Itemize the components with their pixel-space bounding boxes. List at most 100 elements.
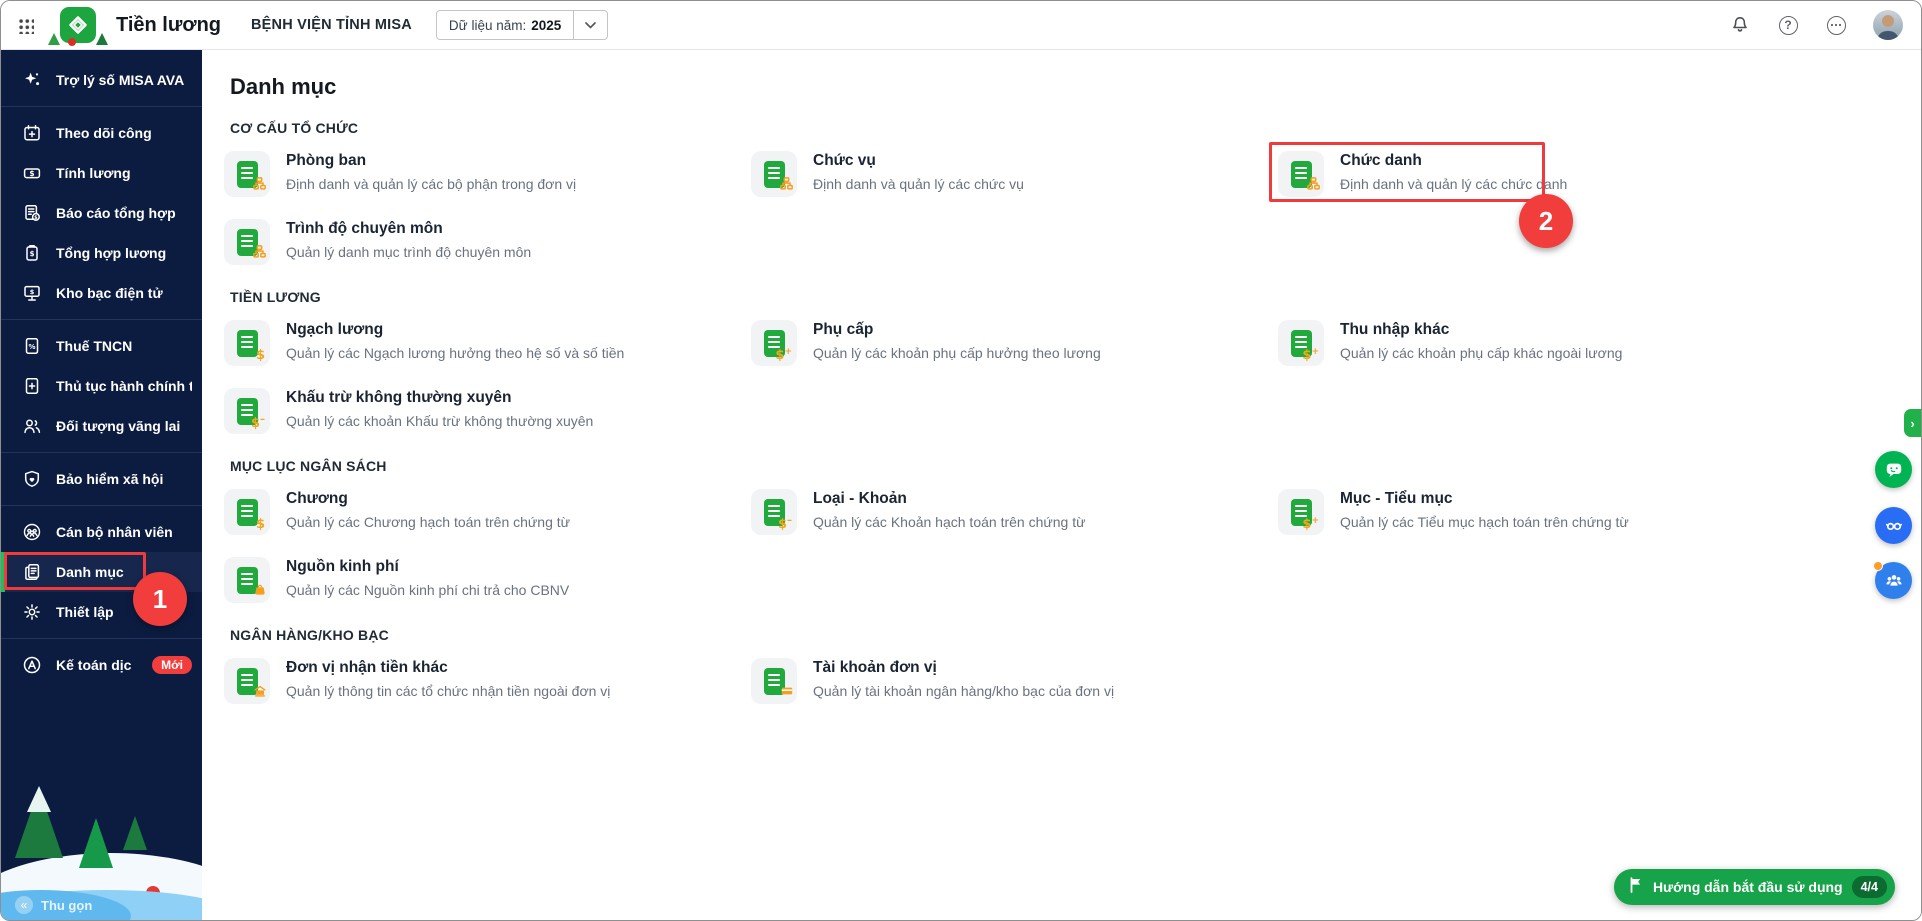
card-ngach-luong[interactable]: Ngạch lương Quản lý các Ngạch lương hưởn… xyxy=(224,320,751,366)
edge-expand-tab[interactable]: › xyxy=(1904,409,1921,437)
christmas-tree-icon xyxy=(79,815,113,868)
card-title: Thu nhập khác xyxy=(1340,321,1450,338)
more-options-icon[interactable] xyxy=(1825,14,1847,36)
card-description: Định danh và quản lý các chức vụ xyxy=(813,176,1024,192)
card-muc-tieu-muc[interactable]: Mục - Tiểu mục Quản lý các Tiểu mục hạch… xyxy=(1278,489,1805,535)
sidebar-item-bao-hiem-xa-hoi[interactable]: Bảo hiểm xã hội xyxy=(1,459,202,499)
catalog-dollar-icon xyxy=(224,320,270,366)
sidebar: Trợ lý số MISA AVA Theo dõi công $ Tính … xyxy=(1,50,202,920)
snow-cap xyxy=(27,783,51,812)
sidebar-item-tro-ly-so-misa-ava[interactable]: Trợ lý số MISA AVA xyxy=(1,60,202,100)
section-muc-luc-ngan-sach: MỤC LỤC NGÂN SÁCH Chương Quản lý các Chư… xyxy=(224,458,1897,603)
christmas-tree-icon xyxy=(123,813,147,850)
chat-support-button[interactable] xyxy=(1875,451,1912,488)
sidebar-item-label: Cán bộ nhân viên xyxy=(56,524,173,540)
sidebar-collapse-button[interactable]: « Thu gọn xyxy=(15,896,92,914)
svg-text:$: $ xyxy=(34,215,38,221)
chevron-down-icon[interactable] xyxy=(573,11,607,39)
sidebar-item-thue-tncn[interactable]: % Thuế TNCN xyxy=(1,326,202,366)
card-trinh-do-chuyen-mon[interactable]: Trình độ chuyên môn Quản lý danh mục trì… xyxy=(224,219,751,265)
year-value: 2025 xyxy=(531,17,562,33)
christmas-tree-icon xyxy=(15,785,63,858)
divider xyxy=(1,319,202,320)
sidebar-item-bao-cao-tong-hop[interactable]: $ Báo cáo tổng hợp xyxy=(1,193,202,233)
collapse-label: Thu gọn xyxy=(41,897,93,913)
gear-icon xyxy=(21,602,43,622)
sidebar-item-thu-tuc-hanh-chinh-thue[interactable]: Thủ tục hành chính thuế xyxy=(1,366,202,406)
sidebar-item-tong-hop-luong[interactable]: $ Tổng hợp lương xyxy=(1,233,202,273)
section-co-cau-to-chuc: CƠ CẤU TỔ CHỨC Phòng ban Định danh và qu… xyxy=(224,120,1897,265)
card-khau-tru-khong-thuong-xuyen[interactable]: Khấu trừ không thường xuyên Quản lý các … xyxy=(224,388,751,434)
card-phu-cap[interactable]: Phụ cấp Quản lý các khoản phụ cấp hưởng … xyxy=(751,320,1278,366)
notifications-bell-icon[interactable] xyxy=(1729,14,1751,36)
new-badge: Mới xyxy=(152,656,192,674)
catalog-bank-icon xyxy=(224,658,270,704)
sidebar-item-doi-tuong-vang-lai[interactable]: Đối tượng vãng lai xyxy=(1,406,202,446)
sidebar-item-can-bo-nhan-vien[interactable]: Cán bộ nhân viên xyxy=(1,512,202,552)
card-description: Quản lý các Khoản hạch toán trên chứng t… xyxy=(813,514,1086,530)
santa-icon xyxy=(146,886,160,900)
sidebar-item-label: Kho bạc điện tử xyxy=(56,285,163,301)
card-description: Quản lý các Chương hạch toán trên chứng … xyxy=(286,514,571,530)
people-circle-icon xyxy=(21,522,43,542)
card-don-vi-nhan-tien-khac[interactable]: Đơn vị nhận tiền khác Quản lý thông tin … xyxy=(224,658,751,704)
sidebar-item-ke-toan-dich-vu[interactable]: Kế toán dịch vụ Mới xyxy=(1,645,202,685)
apps-grid-icon[interactable] xyxy=(17,16,34,34)
document-percent-icon: % xyxy=(21,336,43,356)
sidebar-item-theo-doi-cong[interactable]: Theo dõi công xyxy=(1,113,202,153)
card-chuc-vu[interactable]: Chức vụ Định danh và quản lý các chức vụ xyxy=(751,151,1278,197)
support-glasses-button[interactable] xyxy=(1875,507,1912,544)
sidebar-item-label: Thủ tục hành chính thuế xyxy=(56,378,192,394)
card-loai-khoan[interactable]: Loại - Khoản Quản lý các Khoản hạch toán… xyxy=(751,489,1278,535)
card-title: Ngạch lương xyxy=(286,321,384,338)
svg-text:$: $ xyxy=(29,169,34,178)
card-thu-nhap-khac[interactable]: Thu nhập khác Quản lý các khoản phụ cấp … xyxy=(1278,320,1805,366)
card-chuong[interactable]: Chương Quản lý các Chương hạch toán trên… xyxy=(224,489,751,535)
calendar-plus-icon xyxy=(21,123,43,143)
misa-logo-icon xyxy=(60,7,96,43)
sidebar-item-label: Tổng hợp lương xyxy=(56,245,167,261)
community-group-button[interactable] xyxy=(1873,561,1912,599)
card-nguon-kinh-phi[interactable]: Nguồn kinh phí Quản lý các Nguồn kinh ph… xyxy=(224,557,751,603)
christmas-decoration: « Thu gọn xyxy=(1,755,202,920)
catalog-org-icon xyxy=(224,151,270,197)
christmas-tree-icon xyxy=(48,33,60,45)
clipboard-dollar-icon: $ xyxy=(21,243,43,263)
main-content: Danh mục CƠ CẤU TỔ CHỨC Phòng ban Định d… xyxy=(202,50,1921,920)
section-tien-luong: TIỀN LƯƠNG Ngạch lương Quản lý các Ngạch… xyxy=(224,289,1897,434)
getting-started-guide-button[interactable]: Hướng dẫn bắt đầu sử dụng 4/4 xyxy=(1613,869,1895,905)
catalog-dollar-minus-icon xyxy=(224,388,270,434)
card-chuc-danh[interactable]: 2 Chức danh Định danh và quản lý các chứ… xyxy=(1269,142,1805,248)
annotation-step-1: 1 xyxy=(133,572,187,626)
card-phong-ban[interactable]: Phòng ban Định danh và quản lý các bộ ph… xyxy=(224,151,751,197)
divider xyxy=(1,638,202,639)
catalog-dollar-icon xyxy=(224,489,270,535)
sidebar-item-kho-bac-dien-tu[interactable]: $ Kho bạc điện tử xyxy=(1,273,202,313)
card-description: Quản lý các khoản phụ cấp khác ngoài lươ… xyxy=(1340,345,1623,361)
sidebar-item-label: Báo cáo tổng hợp xyxy=(56,205,176,221)
catalog-org-icon xyxy=(751,151,797,197)
report-dollar-icon: $ xyxy=(21,203,43,223)
catalog-dollar-plus-icon xyxy=(751,320,797,366)
card-title: Phòng ban xyxy=(286,152,367,169)
misa-logo xyxy=(48,3,108,47)
sidebar-item-label: Bảo hiểm xã hội xyxy=(56,471,164,487)
catalog-money-bag-icon xyxy=(224,557,270,603)
data-year-dropdown[interactable]: Dữ liệu năm: 2025 xyxy=(435,10,609,40)
app-window: Tiền lương BỆNH VIỆN TỈNH MISA Dữ liệu n… xyxy=(0,0,1922,921)
card-description: Quản lý các Ngạch lương hưởng theo hệ số… xyxy=(286,345,625,361)
santa-decor-icon xyxy=(68,38,76,46)
sidebar-item-tinh-luong[interactable]: $ Tính lương xyxy=(1,153,202,193)
card-tai-khoan-don-vi[interactable]: Tài khoản đơn vị Quản lý tài khoản ngân … xyxy=(751,658,1278,704)
section-header: NGÂN HÀNG/KHO BẠC xyxy=(230,627,389,643)
card-title: Khấu trừ không thường xuyên xyxy=(286,389,512,406)
catalog-dollar-minus-icon xyxy=(751,489,797,535)
svg-text:%: % xyxy=(28,343,35,351)
user-avatar[interactable] xyxy=(1873,10,1903,40)
card-title: Tài khoản đơn vị xyxy=(813,659,937,676)
card-title: Loại - Khoản xyxy=(813,490,907,507)
catalog-dollar-plus-icon xyxy=(1278,489,1324,535)
sidebar-item-danh-muc[interactable]: Danh mục 1 xyxy=(1,552,202,626)
section-header: CƠ CẤU TỔ CHỨC xyxy=(230,120,359,136)
help-icon[interactable]: ? xyxy=(1777,14,1799,36)
